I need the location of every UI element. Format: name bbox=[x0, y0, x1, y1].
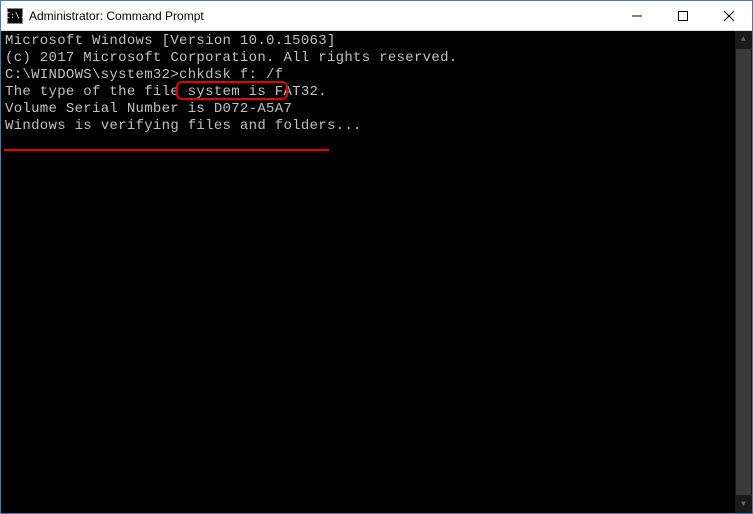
command-prompt-window: C:\. Administrator: Command Prompt Micro… bbox=[0, 0, 753, 514]
terminal-line-command: C:\WINDOWS\system32>chkdsk f: /f bbox=[5, 67, 748, 84]
terminal-line: Microsoft Windows [Version 10.0.15063] bbox=[5, 33, 748, 50]
terminal-line: Windows is verifying files and folders..… bbox=[5, 118, 748, 135]
scrollbar-thumb[interactable] bbox=[736, 49, 751, 495]
terminal-line: The type of the file system is FAT32. bbox=[5, 84, 748, 101]
terminal-line: Volume Serial Number is D072-A5A7 bbox=[5, 101, 748, 118]
titlebar[interactable]: C:\. Administrator: Command Prompt bbox=[1, 1, 752, 31]
window-controls bbox=[614, 1, 752, 30]
minimize-button[interactable] bbox=[614, 1, 660, 30]
annotation-status-underline bbox=[4, 149, 329, 151]
close-button[interactable] bbox=[706, 1, 752, 30]
minimize-icon bbox=[632, 11, 642, 21]
vertical-scrollbar[interactable]: ▲ ▼ bbox=[735, 31, 752, 513]
app-icon: C:\. bbox=[7, 8, 23, 24]
terminal-line: (c) 2017 Microsoft Corporation. All righ… bbox=[5, 50, 748, 67]
close-icon bbox=[724, 11, 734, 21]
window-title: Administrator: Command Prompt bbox=[29, 9, 614, 23]
terminal-output[interactable]: Microsoft Windows [Version 10.0.15063] (… bbox=[1, 31, 752, 513]
scroll-up-button[interactable]: ▲ bbox=[735, 31, 752, 48]
scroll-down-button[interactable]: ▼ bbox=[735, 496, 752, 513]
maximize-icon bbox=[678, 11, 688, 21]
maximize-button[interactable] bbox=[660, 1, 706, 30]
